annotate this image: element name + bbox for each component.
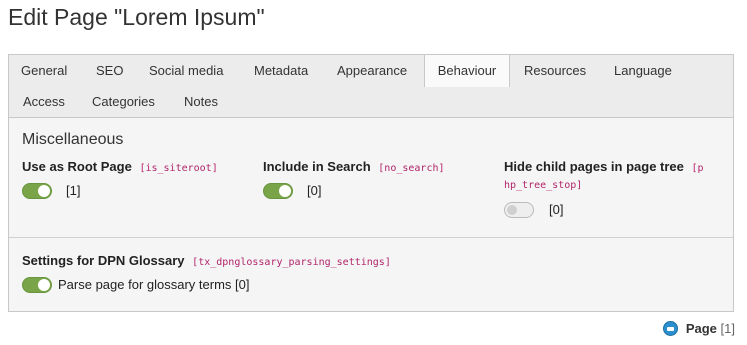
root-page-key: [is_siteroot] [139,163,218,174]
include-search-value: [0] [307,183,322,198]
page-icon [663,321,679,336]
tab-behaviour[interactable]: Behaviour [424,54,510,87]
page-title: Edit Page "Lorem Ipsum" [8,4,265,30]
tab-metadata[interactable]: Metadata [254,55,308,86]
tab-categories[interactable]: Categories [92,86,155,117]
hide-child-pages-key-part1: [p [691,163,704,174]
tab-bar: General SEO Social media Metadata Appear… [8,54,734,118]
tab-social-media[interactable]: Social media [149,55,223,86]
root-page-toggle[interactable] [22,183,52,199]
include-search-key: [no_search] [378,163,445,174]
field-label-hide-child-pages: Hide child pages in page tree [p [504,159,704,174]
field-label-glossary: Settings for DPN Glossary [tx_dpnglossar… [22,253,391,268]
tab-seo[interactable]: SEO [96,55,123,86]
tab-access[interactable]: Access [23,86,65,117]
glossary-toggle[interactable] [22,277,52,293]
glossary-key: [tx_dpnglossary_parsing_settings] [192,257,391,268]
glossary-label: Settings for DPN Glossary [22,253,185,268]
field-label-include-search: Include in Search [no_search] [263,159,445,174]
tab-general[interactable]: General [21,55,67,86]
tab-language[interactable]: Language [614,55,672,86]
glossary-toggle-label: Parse page for glossary terms [0] [58,277,250,292]
hide-child-pages-label: Hide child pages in page tree [504,159,684,174]
section-title-miscellaneous: Miscellaneous [22,131,124,148]
field-label-root-page: Use as Root Page [is_siteroot] [22,159,218,174]
tab-notes[interactable]: Notes [184,86,218,117]
section-divider [9,237,733,238]
root-page-value: [1] [66,183,81,198]
tab-appearance[interactable]: Appearance [337,55,407,86]
tab-resources[interactable]: Resources [524,55,586,86]
root-page-label: Use as Root Page [22,159,132,174]
hide-child-pages-key-part2: hp_tree_stop] [504,180,583,191]
record-info: Page [1] [663,321,735,336]
include-search-toggle[interactable] [263,183,293,199]
include-search-label: Include in Search [263,159,371,174]
behaviour-panel: Miscellaneous Use as Root Page [is_siter… [8,117,734,312]
record-type-label: Page [685,321,717,336]
record-uid: [1] [720,321,735,336]
hide-child-pages-toggle[interactable] [504,202,534,218]
hide-child-pages-value: [0] [549,202,564,217]
